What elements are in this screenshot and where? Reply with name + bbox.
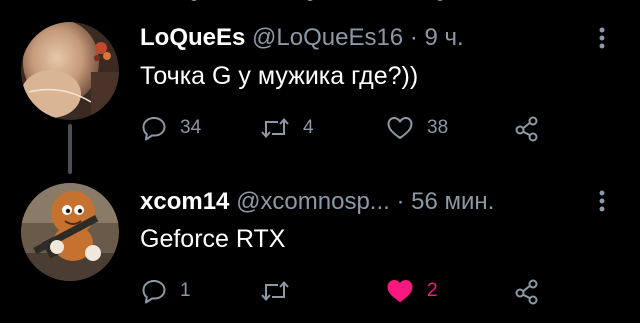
heart-icon — [385, 114, 415, 142]
heart-icon — [385, 277, 415, 305]
action-bar: 34 4 38 — [0, 113, 640, 143]
share-button[interactable] — [513, 276, 541, 306]
separator: · — [396, 188, 405, 215]
reply-count: 34 — [180, 117, 202, 138]
retweet-icon — [259, 114, 291, 142]
retweet-icon — [259, 277, 291, 305]
retweet-button[interactable]: 4 — [259, 113, 314, 143]
retweet-button[interactable] — [259, 276, 303, 306]
username[interactable]: @xcomnosp... — [236, 188, 390, 215]
share-icon — [513, 114, 541, 142]
like-count: 2 — [427, 280, 438, 301]
like-count: 38 — [427, 117, 449, 138]
reply-button[interactable]: 34 — [140, 113, 201, 143]
like-button[interactable]: 38 — [385, 113, 448, 143]
tweet[interactable]: LoQueEs @LoQueEs16 · 9 ч. Точка G у мужи… — [0, 0, 640, 174]
reply-icon — [140, 277, 168, 305]
tweet[interactable]: xcom14 @xcomnosp... · 56 мин. Geforce RT… — [0, 165, 640, 323]
display-name[interactable]: LoQueEs — [140, 24, 245, 51]
like-button[interactable]: 2 — [385, 276, 438, 306]
timestamp[interactable]: 56 мин. — [411, 188, 494, 215]
reply-icon — [140, 114, 168, 142]
tweet-header: xcom14 @xcomnosp... · 56 мин. — [140, 188, 494, 216]
tweet-text: Geforce RTX — [140, 225, 286, 253]
timestamp[interactable]: 9 ч. — [425, 24, 464, 51]
share-icon — [513, 277, 541, 305]
reply-count: 1 — [180, 280, 191, 301]
retweet-count: 4 — [303, 117, 314, 138]
reply-button[interactable]: 1 — [140, 276, 191, 306]
avatar[interactable] — [21, 22, 119, 120]
tweet-text: Точка G у мужика где?)) — [140, 62, 419, 90]
tweet-header: LoQueEs @LoQueEs16 · 9 ч. — [140, 24, 464, 52]
more-options-icon[interactable] — [596, 187, 608, 215]
share-button[interactable] — [513, 113, 541, 143]
more-options-icon[interactable] — [596, 24, 608, 52]
avatar[interactable] — [21, 183, 119, 281]
display-name[interactable]: xcom14 — [140, 188, 229, 215]
username[interactable]: @LoQueEs16 — [252, 24, 403, 51]
separator: · — [409, 24, 418, 51]
action-bar: 1 2 — [0, 276, 640, 306]
